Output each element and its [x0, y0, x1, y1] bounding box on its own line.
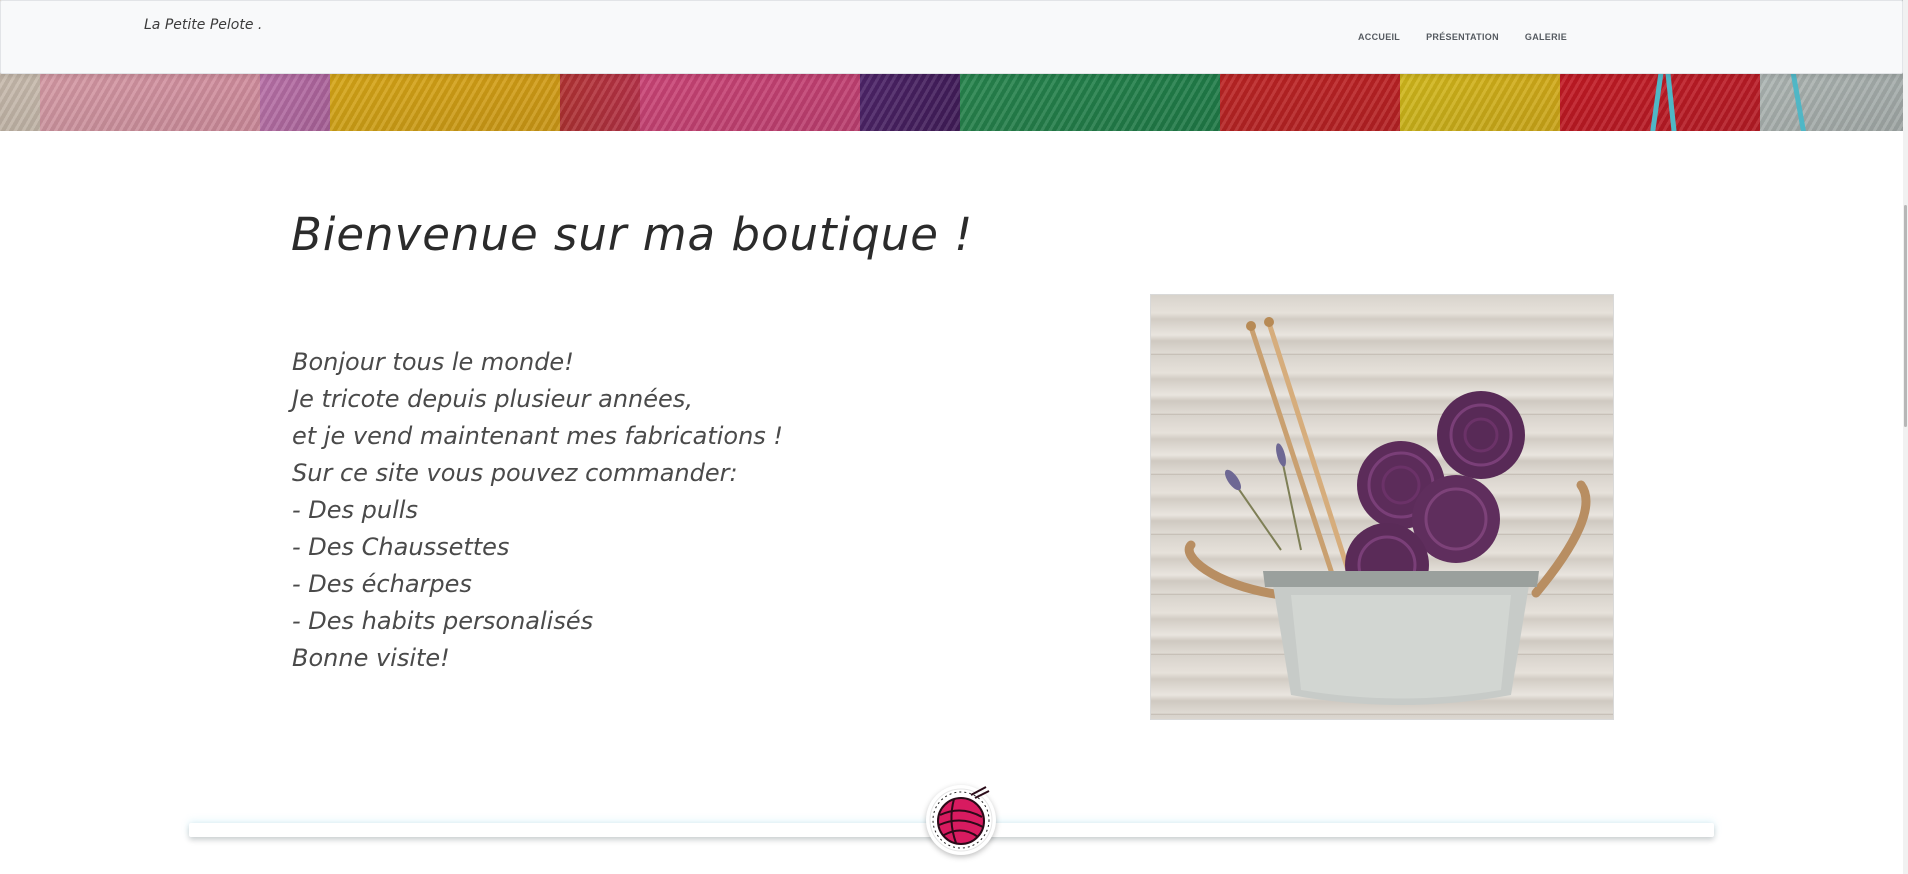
nav-item-galerie[interactable]: GALERIE: [1525, 32, 1567, 42]
logo-badge[interactable]: [926, 785, 996, 855]
yarn-bucket-illustration: [1184, 317, 1591, 705]
brand-link[interactable]: La Petite Pelote .: [144, 17, 262, 33]
intro-line: Bonjour tous le monde!: [292, 348, 574, 376]
intro-line: - Des Chaussettes: [292, 533, 510, 561]
intro-line: et je vend maintenant mes fabrications !: [292, 422, 784, 450]
yarn-bucket-photo: [1150, 294, 1614, 720]
intro-line: Sur ce site vous pouvez commander:: [292, 459, 738, 487]
intro-line: - Des habits personalisés: [292, 607, 594, 635]
vertical-scrollbar[interactable]: [1903, 0, 1908, 874]
intro-text: Bonjour tous le monde! Je tricote depuis…: [292, 344, 852, 677]
top-navbar: La Petite Pelote . ACCUEIL PRÉSENTATION …: [0, 0, 1903, 74]
page-title: Bienvenue sur ma boutique !: [291, 208, 974, 261]
intro-line: - Des pulls: [292, 496, 418, 524]
intro-line: - Des écharpes: [292, 570, 472, 598]
page: La Petite Pelote . ACCUEIL PRÉSENTATION …: [0, 0, 1908, 874]
nav-item-presentation[interactable]: PRÉSENTATION: [1426, 32, 1499, 42]
nav-menu: ACCUEIL PRÉSENTATION GALERIE: [1358, 32, 1567, 42]
yarn-ball-icon: [929, 786, 993, 852]
scrollbar-thumb[interactable]: [1904, 205, 1907, 427]
nav-item-accueil[interactable]: ACCUEIL: [1358, 32, 1400, 42]
intro-line: Bonne visite!: [292, 644, 450, 672]
intro-line: Je tricote depuis plusieur années,: [292, 385, 693, 413]
